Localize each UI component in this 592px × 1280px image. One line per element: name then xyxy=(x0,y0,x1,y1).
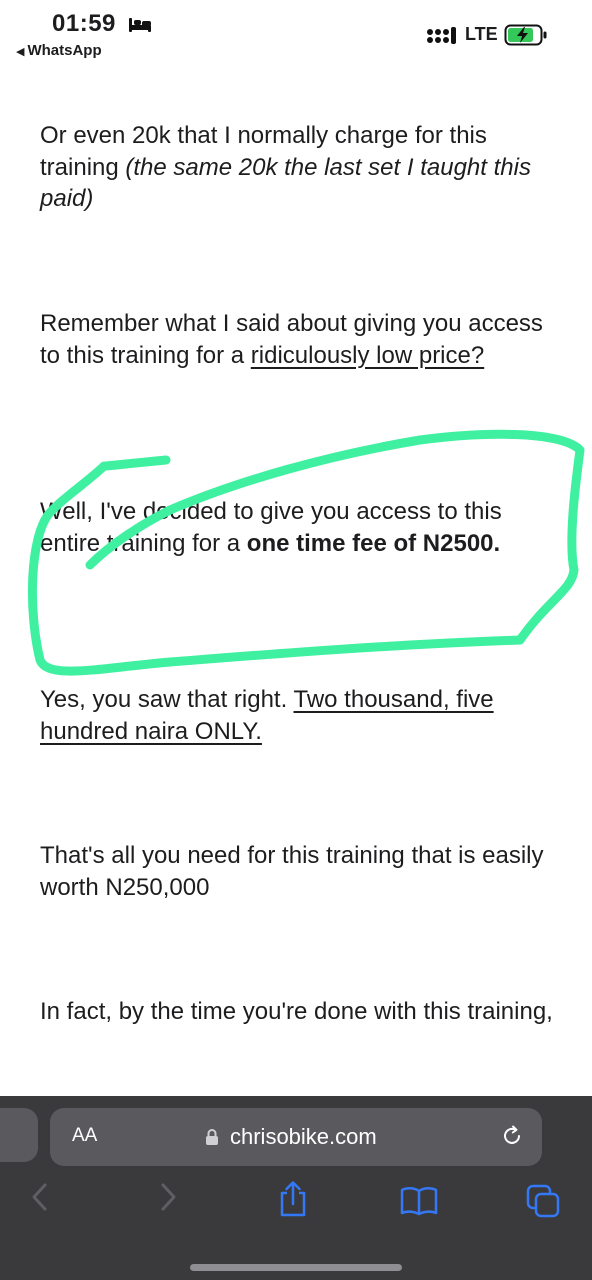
paragraph-20k-charge: Or even 20k that I normally charge for t… xyxy=(40,120,560,215)
tabs-icon[interactable] xyxy=(526,1184,562,1218)
back-arrow-icon: ◀ xyxy=(16,46,25,58)
paragraph-text: Yes, you saw that right. xyxy=(40,686,294,713)
text-size-button[interactable]: AA xyxy=(72,1125,97,1147)
paragraph-in-fact: In fact, by the time you're done with th… xyxy=(40,998,553,1025)
bookmarks-icon[interactable] xyxy=(400,1186,438,1216)
back-app-label: WhatsApp xyxy=(27,42,102,59)
paragraph-low-price: Remember what I said about giving you ac… xyxy=(40,308,560,371)
back-to-app-link[interactable]: ◀ WhatsApp xyxy=(16,42,102,59)
paragraph-saw-right: Yes, you saw that right. Two thousand, f… xyxy=(40,684,560,747)
paragraph-worth: That's all you need for this training th… xyxy=(40,842,544,901)
signal-strength-icon xyxy=(427,27,456,44)
underlined-phrase: ridiculously low price? xyxy=(250,341,485,369)
lock-icon xyxy=(206,1129,218,1145)
home-indicator xyxy=(190,1264,402,1271)
paragraph-price-offer: Well, I've decided to give you access to… xyxy=(40,496,560,559)
forward-chevron-icon[interactable] xyxy=(158,1182,178,1212)
url-domain: chrisobike.com xyxy=(230,1124,377,1149)
battery-charging-icon xyxy=(504,24,547,46)
browser-toolbar: AA chrisobike.com xyxy=(0,1096,592,1280)
share-icon[interactable] xyxy=(278,1180,308,1218)
text-size-label: AA xyxy=(72,1125,98,1146)
clock-time: 01:59 xyxy=(52,10,116,37)
address-bar[interactable]: AA chrisobike.com xyxy=(50,1108,542,1166)
bold-price: one time fee of N2500. xyxy=(246,529,501,557)
network-type: LTE xyxy=(465,24,498,44)
reload-icon[interactable] xyxy=(500,1124,524,1148)
sleep-focus-icon xyxy=(129,18,151,32)
back-chevron-icon[interactable] xyxy=(30,1182,50,1212)
previous-tab-preview[interactable] xyxy=(0,1108,38,1162)
status-bar: 01:59 ◀ WhatsApp LTE xyxy=(0,0,592,70)
